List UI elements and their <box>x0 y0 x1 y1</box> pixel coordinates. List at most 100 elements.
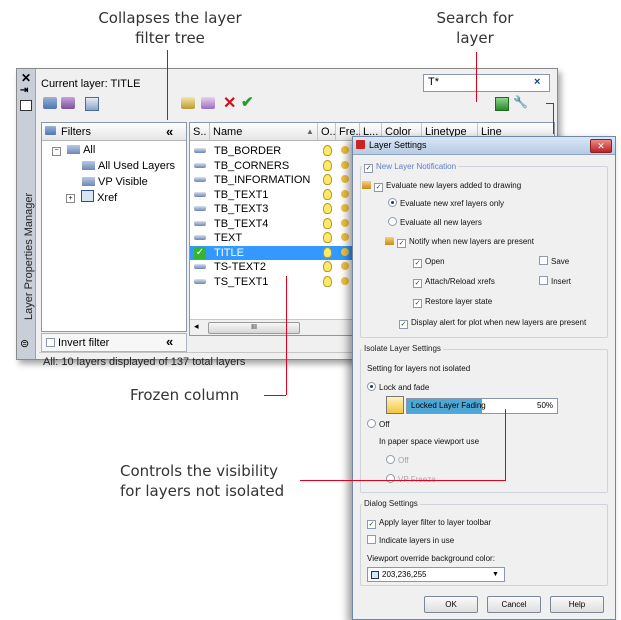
scroll-left-arrow[interactable]: ◂ <box>194 321 199 332</box>
sun-icon[interactable] <box>341 204 349 212</box>
lightbulb-icon[interactable] <box>323 275 332 287</box>
refresh-icon[interactable] <box>495 97 509 111</box>
clear-search-icon[interactable]: × <box>534 76 540 88</box>
tree-item-all-used-layers[interactable]: All Used Layers <box>82 158 175 174</box>
layer-states-manager-icon[interactable] <box>85 97 99 111</box>
tree-item-all[interactable]: − All <box>52 142 95 158</box>
insert-checkbox[interactable]: Insert <box>539 276 571 287</box>
layer-status-icon[interactable] <box>194 162 206 168</box>
sun-icon[interactable] <box>341 276 349 285</box>
lightbulb-icon[interactable] <box>323 159 332 171</box>
new-property-filter-icon[interactable] <box>43 97 57 109</box>
new-group-filter-icon[interactable] <box>61 97 75 109</box>
layer-status-icon[interactable] <box>194 206 206 211</box>
palette-menu-icon[interactable]: ⊜ <box>20 337 29 350</box>
background-color-select[interactable]: 203,236,255 ▼ <box>367 567 505 582</box>
display-alert-plot-checkbox[interactable]: ✓ Display alert for plot when new layers … <box>399 317 586 329</box>
layer-name: TB_BORDER <box>214 145 282 157</box>
callout-frozen: Frozen column <box>130 386 240 404</box>
app-icon <box>356 140 365 149</box>
col-name[interactable]: Name ▲ <box>210 123 318 141</box>
collapse-filter-tree-bottom-button[interactable]: « <box>166 334 173 349</box>
layer-status-icon[interactable] <box>194 264 206 269</box>
layer-status-icon[interactable] <box>194 220 206 226</box>
settings-wrench-icon[interactable]: 🔧 <box>513 95 528 109</box>
lightbulb-icon[interactable] <box>323 188 332 200</box>
delete-layer-icon[interactable]: ✕ <box>223 93 236 113</box>
chevron-down-icon[interactable]: ▼ <box>492 568 499 581</box>
paper-off-radio[interactable]: Off <box>386 455 409 466</box>
sun-icon[interactable] <box>341 218 349 227</box>
lightbulb-icon[interactable] <box>323 145 332 156</box>
dialog-titlebar[interactable]: Layer Settings ✕ <box>353 137 615 155</box>
evaluate-new-layers[interactable]: ✓ Evaluate new layers added to drawing <box>362 180 521 192</box>
dialog-title: Layer Settings <box>369 140 427 150</box>
help-button[interactable]: Help <box>550 596 604 613</box>
collapse-node-icon[interactable]: − <box>52 147 61 156</box>
layer-name: TITLE <box>214 246 244 259</box>
notify-checkbox[interactable]: ✓ Notify when new layers are present <box>385 236 534 248</box>
lightbulb-icon[interactable] <box>323 217 332 229</box>
tree-item-xref[interactable]: + Xref <box>66 190 117 206</box>
sun-icon[interactable] <box>341 233 349 241</box>
lightbulb-icon[interactable] <box>323 261 332 272</box>
sun-icon[interactable] <box>341 146 349 154</box>
collapse-filter-tree-button[interactable]: « <box>166 124 173 139</box>
close-icon[interactable]: ✕ <box>590 139 612 153</box>
col-status[interactable]: S.. <box>190 123 210 141</box>
new-layer-notification-toggle[interactable]: ✓ New Layer Notification <box>362 161 459 173</box>
invert-filter-row: Invert filter « <box>41 333 187 352</box>
sun-icon[interactable] <box>341 262 349 270</box>
new-layer-vp-frozen-icon[interactable] <box>201 97 215 109</box>
callout-search: Search for layer <box>436 9 514 47</box>
lightbulb-icon[interactable] <box>323 203 332 214</box>
palette-titlebar[interactable]: ✕ ⇥ Layer Properties Manager ⊜ <box>17 69 36 359</box>
current-layer-label: Current layer: TITLE <box>41 78 141 90</box>
sun-icon[interactable] <box>341 175 349 183</box>
current-layer-check-icon[interactable]: ✓ <box>194 246 206 259</box>
indicate-in-use-checkbox[interactable]: Indicate layers in use <box>367 535 454 546</box>
layer-name: TS_TEXT1 <box>214 275 269 288</box>
invert-filter-checkbox[interactable] <box>46 338 55 347</box>
expand-node-icon[interactable]: + <box>66 194 75 203</box>
evaluate-xref-radio[interactable]: Evaluate new xref layers only <box>388 198 504 209</box>
lightbulb-icon[interactable] <box>323 232 332 243</box>
sun-icon[interactable] <box>341 189 349 198</box>
tree-item-vp-visible[interactable]: VP Visible <box>82 174 148 190</box>
cancel-button[interactable]: Cancel <box>487 596 541 613</box>
autohide-icon[interactable]: ⇥ <box>20 85 28 96</box>
save-checkbox[interactable]: Save <box>539 256 569 267</box>
isolate-group-title: Isolate Layer Settings <box>362 344 443 353</box>
sun-icon[interactable] <box>341 247 349 256</box>
new-layer-icon[interactable] <box>181 97 195 109</box>
lightbulb-icon[interactable] <box>323 246 332 258</box>
apply-filter-checkbox[interactable]: ✓ Apply layer filter to layer toolbar <box>367 517 491 529</box>
layer-name: TB_TEXT3 <box>214 203 269 215</box>
layer-status-icon[interactable] <box>194 278 206 284</box>
lightbulb-icon[interactable] <box>323 174 332 185</box>
attach-reload-checkbox[interactable]: ✓ Attach/Reload xrefs <box>413 276 495 288</box>
properties-icon[interactable] <box>20 100 32 111</box>
layer-status-icon[interactable] <box>194 191 206 197</box>
layer-status-icon[interactable] <box>194 235 206 240</box>
off-radio[interactable]: Off <box>367 419 390 430</box>
filter-icon <box>67 145 81 154</box>
layer-settings-dialog: Layer Settings ✕ ✓ New Layer Notification… <box>352 136 616 620</box>
sun-icon[interactable] <box>341 160 349 169</box>
ok-button[interactable]: OK <box>424 596 478 613</box>
search-input[interactable]: T* × <box>423 74 550 92</box>
set-current-icon[interactable]: ✔ <box>241 93 254 111</box>
layer-status-icon[interactable] <box>194 177 206 182</box>
evaluate-all-radio[interactable]: Evaluate all new layers <box>388 217 482 228</box>
layer-status-icon[interactable] <box>194 148 206 153</box>
restore-state-checkbox[interactable]: ✓ Restore layer state <box>413 296 492 308</box>
close-icon[interactable]: ✕ <box>21 71 31 85</box>
open-checkbox[interactable]: ✓ Open <box>413 256 445 268</box>
leader-frozen-v <box>286 276 287 395</box>
fading-slider-label: Locked Layer Fading <box>411 401 486 410</box>
col-on[interactable]: O.. <box>318 123 336 141</box>
layer-alert-icon <box>362 181 371 189</box>
lock-fade-radio[interactable]: Lock and fade <box>367 382 429 393</box>
xref-icon <box>81 190 95 202</box>
locked-layer-fading-slider[interactable]: Locked Layer Fading 50% <box>406 398 558 414</box>
